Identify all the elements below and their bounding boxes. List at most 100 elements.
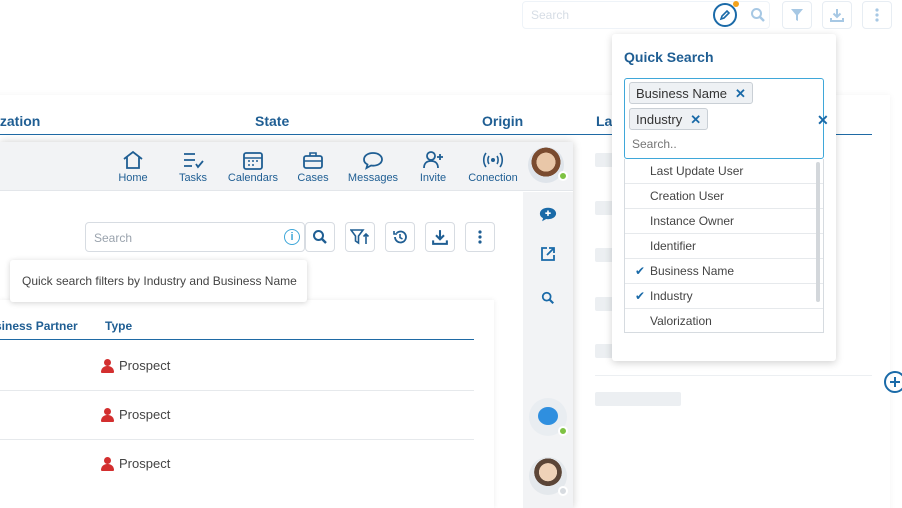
table-row[interactable]: Prospect: [101, 358, 170, 373]
filter-icon: [791, 9, 803, 21]
checkmark-icon: ✔: [635, 289, 646, 303]
notification-dot: [733, 1, 739, 7]
nav-tasks[interactable]: Tasks: [165, 150, 221, 184]
quick-search-title: Quick Search: [624, 49, 714, 65]
table-row[interactable]: Prospect: [101, 456, 170, 471]
nav-cases[interactable]: Cases: [285, 150, 341, 184]
option-label: Instance Owner: [650, 214, 735, 228]
background-row-divider: [595, 375, 872, 376]
more-vertical-icon: [478, 230, 482, 244]
nav-invite[interactable]: Invite: [405, 150, 461, 184]
background-column-valorization[interactable]: ization: [0, 113, 40, 129]
nav-label: Cases: [297, 172, 329, 184]
background-more-button[interactable]: [862, 1, 892, 29]
row-divider: [0, 390, 474, 391]
filter-button[interactable]: [345, 222, 375, 252]
loading-placeholder: [595, 392, 681, 406]
chip-industry: Industry ✕: [629, 108, 709, 130]
window-search-button[interactable]: [305, 222, 335, 252]
calendar-icon: [243, 152, 263, 170]
search-icon: [751, 8, 765, 22]
chip-business-name: Business Name ✕: [629, 82, 753, 104]
type-value: Prospect: [119, 358, 171, 373]
tasks-icon: [184, 153, 204, 169]
download-icon: [432, 230, 448, 245]
new-chat-button[interactable]: [539, 206, 557, 224]
option-instance-owner[interactable]: Instance Owner: [625, 209, 823, 234]
chip-label: Business Name: [636, 85, 728, 101]
online-status-dot: [558, 171, 568, 181]
option-label: Valorization: [650, 314, 712, 328]
background-column-state[interactable]: State: [255, 113, 289, 129]
type-value: Prospect: [119, 456, 171, 471]
chat-plus-icon: [539, 207, 557, 222]
option-industry[interactable]: ✔ Industry: [625, 284, 823, 309]
window-search-box[interactable]: Search i: [85, 222, 305, 252]
column-type[interactable]: Type: [105, 319, 132, 333]
info-icon[interactable]: i: [284, 229, 300, 245]
option-label: Identifier: [650, 239, 697, 253]
option-last-update-user[interactable]: Last Update User: [625, 159, 823, 184]
option-label: Business Name: [650, 264, 735, 278]
robot-icon: [538, 407, 558, 425]
background-search-placeholder: Search: [531, 8, 570, 22]
quick-search-edit-button[interactable]: [713, 3, 737, 27]
window-search-placeholder: Search: [94, 231, 133, 245]
option-label: Last Update User: [650, 164, 744, 178]
pencil-icon: [719, 9, 731, 21]
quick-search-popup: Quick Search Business Name ✕ Industry ✕ …: [612, 34, 836, 361]
person-icon: [101, 407, 114, 422]
plus-icon: [890, 377, 900, 387]
nav-label: Conection: [468, 172, 518, 184]
quick-search-options-list: Last Update User Creation User Instance …: [624, 159, 824, 333]
nav-home[interactable]: Home: [105, 150, 161, 184]
add-user-icon: [423, 151, 443, 169]
top-navigation-bar: Home Tasks Calendars Cases Messages Invi…: [0, 142, 573, 191]
chat-bubble-icon: [363, 152, 383, 170]
filter-sort-icon: [350, 229, 370, 245]
remove-chip-icon[interactable]: ✕: [690, 113, 701, 126]
option-label: Creation User: [650, 189, 725, 203]
table-row[interactable]: Prospect: [101, 407, 170, 422]
remove-chip-icon[interactable]: ✕: [735, 87, 746, 100]
download-icon: [830, 9, 844, 22]
nav-calendars[interactable]: Calendars: [225, 150, 281, 184]
nav-messages[interactable]: Messages: [345, 150, 401, 184]
broadcast-icon: [482, 152, 504, 168]
option-label: Industry: [650, 289, 693, 303]
more-vertical-icon: [875, 8, 879, 22]
option-business-name[interactable]: ✔ Business Name: [625, 259, 823, 284]
background-column-origin[interactable]: Origin: [482, 113, 523, 129]
open-external-button[interactable]: [539, 245, 557, 263]
add-circle-button[interactable]: [884, 371, 902, 393]
nav-label: Messages: [347, 172, 399, 184]
foreground-window: Home Tasks Calendars Cases Messages Invi…: [0, 142, 573, 508]
table-header-divider: [0, 339, 474, 340]
options-scrollbar[interactable]: [816, 162, 820, 302]
more-options-button[interactable]: [465, 222, 495, 252]
checkmark-icon: ✔: [635, 264, 646, 278]
background-download-button[interactable]: [822, 1, 852, 29]
quick-search-selection-box[interactable]: Business Name ✕ Industry ✕ ✕: [624, 78, 829, 159]
side-search-button[interactable]: [539, 289, 557, 307]
search-icon: [313, 230, 327, 244]
briefcase-icon: [303, 152, 323, 169]
online-status-dot: [558, 426, 568, 436]
person-icon: [101, 358, 114, 373]
history-button[interactable]: [385, 222, 415, 252]
clear-all-icon[interactable]: ✕: [817, 112, 829, 129]
background-search-button[interactable]: [744, 1, 772, 29]
download-button[interactable]: [425, 222, 455, 252]
row-divider: [0, 439, 474, 440]
type-value: Prospect: [119, 407, 171, 422]
nav-conection[interactable]: Conection: [465, 150, 521, 184]
column-business-partner[interactable]: siness Partner: [0, 319, 78, 333]
nav-label: Home: [118, 172, 148, 184]
nav-label: Calendars: [227, 172, 279, 184]
background-filter-button[interactable]: [782, 1, 812, 29]
quick-search-input[interactable]: [632, 137, 792, 151]
option-creation-user[interactable]: Creation User: [625, 184, 823, 209]
option-valorization[interactable]: Valorization: [625, 309, 823, 332]
option-identifier[interactable]: Identifier: [625, 234, 823, 259]
person-icon: [101, 456, 114, 471]
